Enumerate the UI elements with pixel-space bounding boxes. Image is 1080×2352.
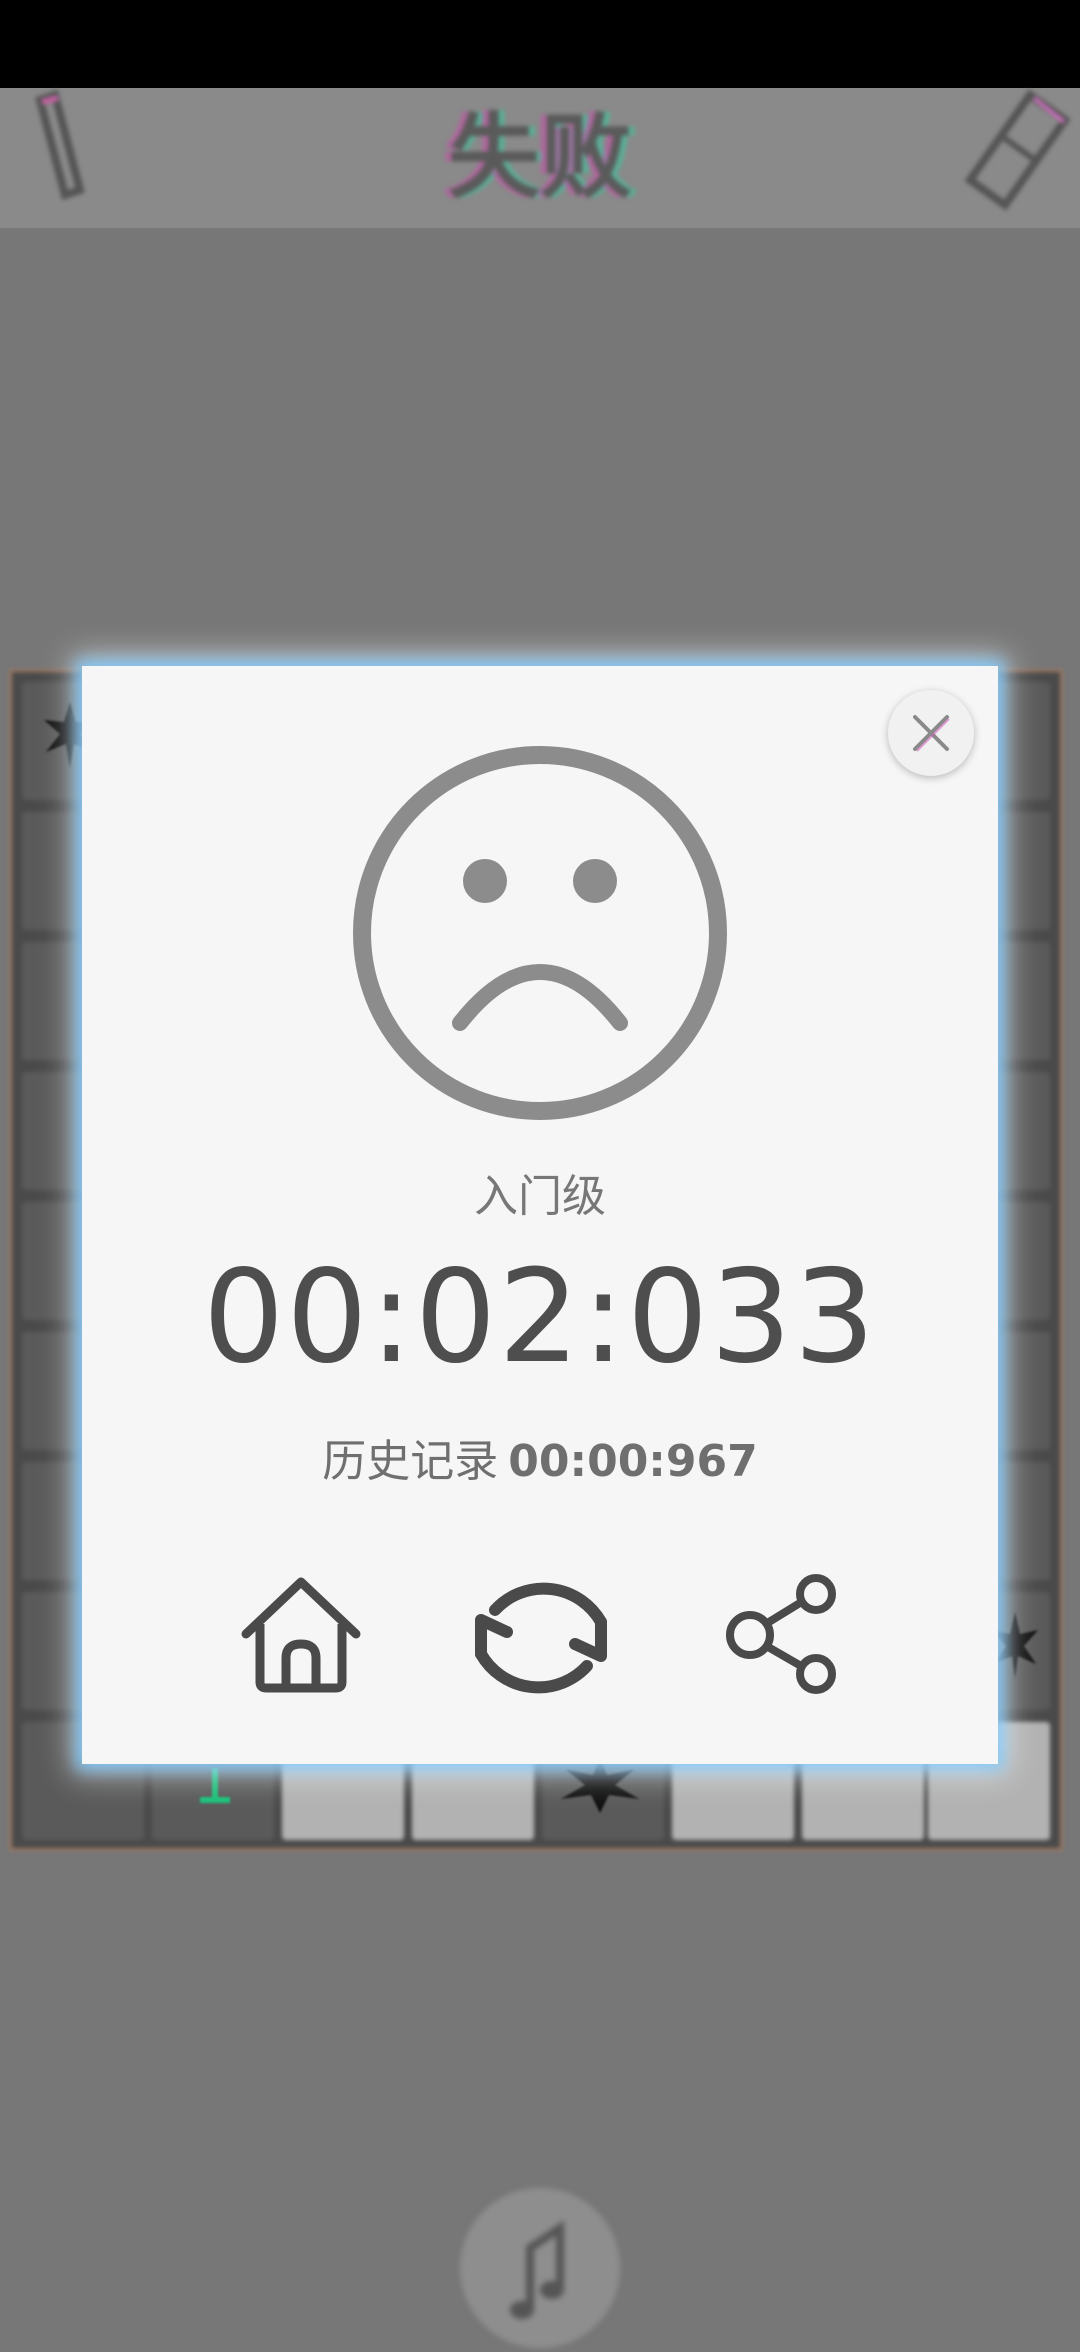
sad-face-icon <box>353 746 727 1120</box>
record-time: 00:00:967 <box>508 1436 758 1487</box>
flag-icon <box>200 1768 230 1803</box>
close-icon <box>913 715 950 752</box>
difficulty-label: 入门级 <box>474 1171 606 1222</box>
music-button[interactable] <box>460 2188 620 2348</box>
eraser-icon[interactable] <box>960 90 1070 210</box>
share-icon <box>726 1574 836 1694</box>
pencil-icon[interactable] <box>20 90 110 210</box>
home-button[interactable] <box>238 1570 364 1696</box>
share-button[interactable] <box>720 1572 846 1698</box>
restart-button[interactable] <box>455 1552 627 1724</box>
music-note-icon <box>510 2220 564 2319</box>
refresh-icon <box>475 1582 607 1694</box>
status-bar <box>0 0 1080 88</box>
record-label: 历史记录 <box>322 1436 499 1487</box>
home-icon <box>241 1577 361 1693</box>
record-line: 历史记录 00:00:967 <box>82 1425 998 1489</box>
close-button[interactable] <box>888 690 974 776</box>
elapsed-time: 00:02:033 <box>202 1243 878 1392</box>
page-title: 失败 <box>447 104 632 211</box>
mine-icon <box>561 1757 639 1813</box>
